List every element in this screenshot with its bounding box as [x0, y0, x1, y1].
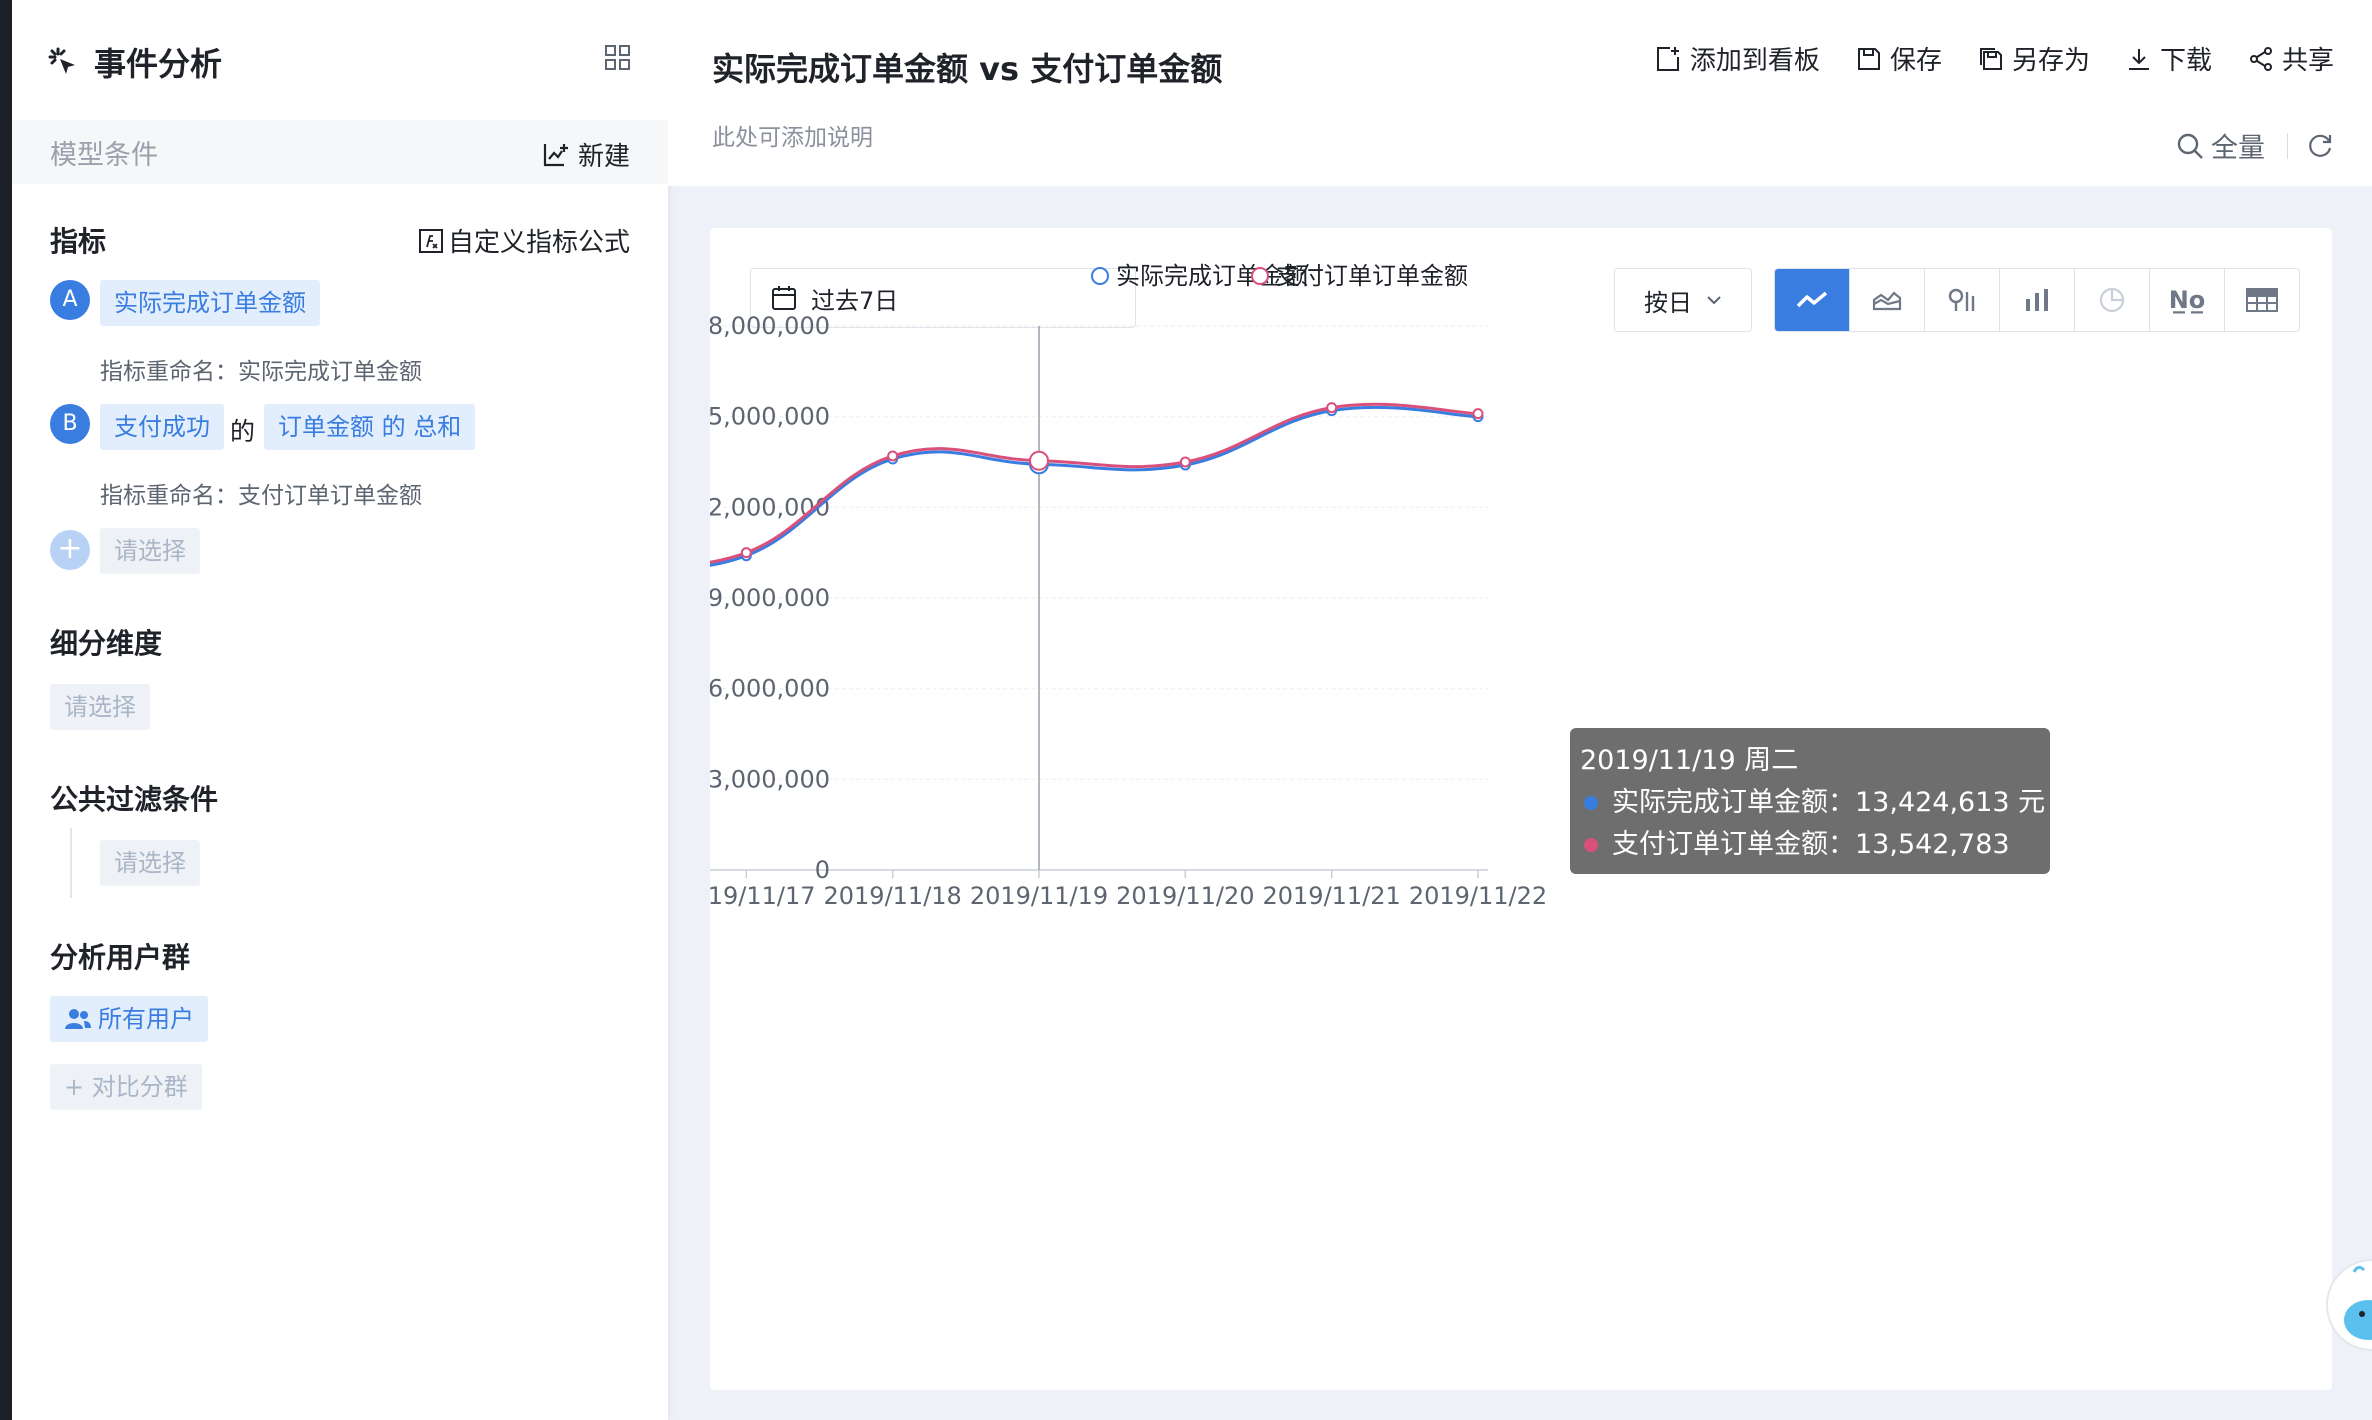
chart-title[interactable]: 实际完成订单金额 vs 支付订单金额: [712, 44, 1222, 90]
assistant-mascot-icon[interactable]: [2324, 1250, 2372, 1400]
scope-controls: 全量: [2175, 126, 2334, 165]
add-metric-select[interactable]: 请选择: [100, 528, 200, 574]
metric-b-event-chip[interactable]: 支付成功: [100, 404, 224, 450]
filter-title: 公共过滤条件: [50, 783, 219, 816]
scope-button[interactable]: 全量: [2175, 126, 2265, 165]
add-to-dashboard-label: 添加到看板: [1689, 46, 1820, 76]
new-button-label: 新建: [577, 142, 630, 172]
share-icon: [2249, 46, 2272, 71]
data-point: [887, 450, 899, 462]
data-point: [1179, 456, 1191, 468]
tooltip-dot-b: [1584, 838, 1598, 852]
main-header: 实际完成订单金额 vs 支付订单金额 此处可添加说明 添加到看板 保存 另存为 …: [668, 0, 2372, 186]
download-button[interactable]: 下载: [2126, 40, 2212, 77]
share-label: 共享: [2281, 46, 2334, 76]
user-group-title: 分析用户群: [50, 941, 191, 974]
y-tick-label: 9,000,000: [710, 584, 830, 612]
compare-group-button[interactable]: + 对比分群: [50, 1064, 202, 1110]
save-as-label: 另存为: [2011, 46, 2090, 76]
filter-select[interactable]: 请选择: [100, 840, 200, 886]
custom-formula-button[interactable]: 自定义指标公式: [418, 222, 630, 259]
data-point: [1029, 450, 1049, 471]
tooltip-row-a: 实际完成订单金额：13,424,613 元: [1580, 782, 2050, 824]
x-tick-label: 2019/11/21: [1263, 882, 1401, 910]
compare-group-label: 对比分群: [91, 1073, 188, 1101]
search-icon: [2177, 133, 2203, 159]
formula-icon: [418, 228, 443, 253]
metric-a-badge: A: [50, 280, 90, 320]
metric-b-aggregate-chip[interactable]: 订单金额 的 总和: [264, 404, 476, 450]
model-conditions-label: 模型条件: [50, 139, 158, 171]
x-tick-label: 2019/11/19: [970, 882, 1108, 910]
metrics-title: 指标: [50, 225, 107, 258]
save-as-button[interactable]: 另存为: [1978, 40, 2090, 77]
tooltip-dot-a: [1584, 796, 1598, 810]
add-to-dashboard-button[interactable]: 添加到看板: [1654, 40, 1820, 77]
divider: [2287, 132, 2288, 159]
filter-indent-line: [70, 828, 72, 898]
window-edge: [0, 0, 12, 1420]
line-chart[interactable]: 0 3,000,000 6,000,000 9,000,000 12,000,000 15…: [710, 228, 2332, 1390]
download-icon: [2128, 48, 2149, 70]
data-point: [1472, 408, 1484, 420]
plus-icon: +: [64, 1073, 92, 1101]
left-panel: 事件分析 模型条件 新建 指标 自定义指标公式 A 实际完成订单金额 指标重命名…: [12, 0, 668, 1420]
y-tick-label: 15,000,000: [710, 403, 830, 431]
event-analysis-icon: [48, 47, 75, 74]
tooltip-row-b: 支付订单订单金额：13,542,783: [1580, 824, 2050, 866]
panel-title: 事件分析: [94, 45, 223, 83]
left-header: 事件分析: [48, 34, 632, 90]
x-tick-label: 2019/11/20: [1116, 882, 1254, 910]
y-tick-label: 6,000,000: [710, 675, 830, 703]
metric-b-rename[interactable]: 指标重命名：支付订单订单金额: [100, 476, 422, 510]
save-icon: [1857, 47, 1880, 70]
all-users-chip[interactable]: 所有用户: [50, 996, 208, 1042]
data-point: [740, 547, 752, 559]
legend-label: 支付订单订单金额: [1276, 262, 1468, 290]
legend-marker: [1091, 267, 1109, 285]
new-chart-icon: [543, 143, 568, 166]
data-point: [1326, 402, 1338, 414]
chart-tooltip: 2019/11/19 周二 实际完成订单金额：13,424,613 元 支付订单…: [1570, 728, 2050, 874]
add-metric-icon[interactable]: +: [50, 530, 90, 570]
breakdown-title: 细分维度: [50, 627, 163, 660]
save-as-icon: [1979, 47, 2002, 70]
model-conditions-bar: 模型条件 新建: [12, 120, 668, 184]
x-tick-label: 2019/11/22: [1409, 882, 1547, 910]
y-tick-label: 3,000,000: [710, 765, 830, 793]
tooltip-date: 2019/11/19 周二: [1580, 745, 1799, 776]
save-button[interactable]: 保存: [1856, 40, 1942, 77]
breakdown-select[interactable]: 请选择: [50, 684, 150, 730]
refresh-icon[interactable]: [2306, 132, 2334, 160]
download-label: 下载: [2159, 46, 2212, 76]
add-to-dashboard-icon: [1656, 46, 1679, 71]
custom-formula-label: 自定义指标公式: [447, 228, 630, 258]
series-line: [710, 405, 1479, 567]
all-users-label: 所有用户: [98, 1005, 194, 1033]
tooltip-value-b: 支付订单订单金额：13,542,783: [1612, 829, 2010, 860]
apps-grid-icon[interactable]: [604, 44, 632, 72]
y-tick-label: 12,000,000: [710, 493, 830, 521]
save-label: 保存: [1889, 46, 1942, 76]
chart-description[interactable]: 此处可添加说明: [712, 118, 873, 152]
header-actions: 添加到看板 保存 另存为 下载 共享: [1654, 40, 2334, 77]
scope-label: 全量: [2211, 133, 2265, 164]
y-tick-label: 0: [815, 856, 830, 884]
metric-a-rename[interactable]: 指标重命名：实际完成订单金额: [100, 352, 422, 386]
legend-marker: [1251, 267, 1269, 285]
x-tick-label: 2019/11/18: [824, 882, 962, 910]
tooltip-value-a: 实际完成订单金额：13,424,613 元: [1612, 787, 2046, 818]
y-tick-label: 18,000,000: [710, 312, 830, 340]
metric-b-of: 的: [230, 417, 256, 446]
metric-b-badge: B: [50, 404, 90, 444]
users-icon: [65, 1009, 91, 1029]
new-button[interactable]: 新建: [542, 136, 630, 173]
share-button[interactable]: 共享: [2248, 40, 2334, 77]
chart-card: 过去7日 按日 N̲o̲ 0 3,000,000 6,000,000 9,000,00…: [710, 228, 2332, 1390]
metric-a-chip[interactable]: 实际完成订单金额: [100, 280, 320, 326]
x-tick-label: 2019/11/17: [710, 882, 815, 910]
